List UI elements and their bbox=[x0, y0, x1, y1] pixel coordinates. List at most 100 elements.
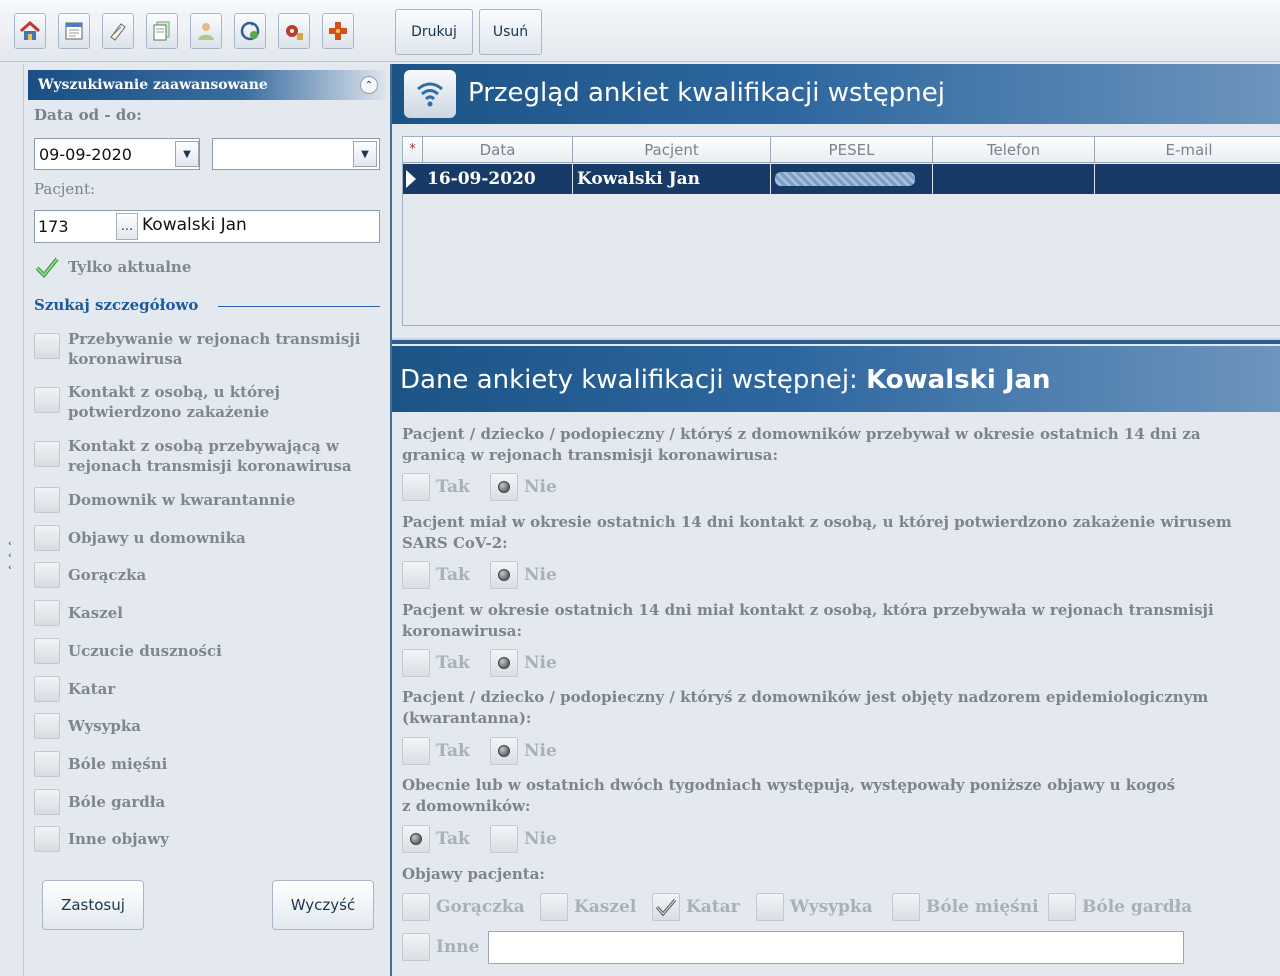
toolbar: Drukuj Usuń bbox=[0, 0, 1280, 62]
patients-icon[interactable] bbox=[190, 13, 222, 49]
apply-button[interactable]: Zastosuj bbox=[42, 880, 144, 930]
advanced-search-panel: Wyszukiwanie zaawansowane ⌃ Data od - do… bbox=[24, 64, 390, 976]
q5-yes-radio[interactable] bbox=[402, 825, 430, 853]
q4-yes-label: Tak bbox=[436, 741, 470, 761]
filter-checkbox[interactable] bbox=[34, 600, 60, 626]
splitter[interactable] bbox=[392, 338, 1280, 344]
filter-label: Katar bbox=[68, 680, 116, 698]
chevron-down-icon[interactable]: ▼ bbox=[175, 141, 199, 167]
medical-cross-icon[interactable] bbox=[322, 13, 354, 49]
other-label: Inne bbox=[436, 937, 480, 957]
filter-label: Kaszel bbox=[68, 604, 123, 622]
section-divider bbox=[218, 306, 380, 307]
details-banner: Dane ankiety kwalifikacji wstępnej: Kowa… bbox=[392, 346, 1280, 412]
documents-icon[interactable] bbox=[146, 13, 178, 49]
symptom-checkbox-fever[interactable] bbox=[402, 893, 430, 921]
q3-yes-label: Tak bbox=[436, 653, 470, 673]
question-5: Obecnie lub w ostatnich dwóch tygodniach… bbox=[402, 776, 1176, 815]
filter-checkbox[interactable] bbox=[34, 441, 60, 467]
radio-selected-dot bbox=[498, 745, 510, 757]
survey-panel: Przegląd ankiet kwalifikacji wstępnej * … bbox=[390, 64, 1280, 976]
radio-selected-dot bbox=[410, 833, 422, 845]
q2-no-label: Nie bbox=[524, 565, 557, 585]
question-4: Pacjent / dziecko / podopieczny / któryś… bbox=[402, 688, 1209, 727]
symptom-checkbox-sore-throat[interactable] bbox=[1048, 893, 1076, 921]
q3-no-label: Nie bbox=[524, 653, 557, 673]
symptom-checkbox-rash[interactable] bbox=[756, 893, 784, 921]
column-header-date[interactable]: Data bbox=[423, 137, 573, 163]
symptom-checkbox-runny-nose[interactable] bbox=[652, 893, 680, 921]
only-current-label: Tylko aktualne bbox=[68, 258, 192, 276]
question-3: Pacjent w okresie ostatnich 14 dni miał … bbox=[402, 601, 1214, 640]
table-row[interactable]: 16-09-2020 Kowalski Jan bbox=[403, 164, 1280, 194]
chevron-down-icon[interactable]: ▼ bbox=[353, 141, 377, 167]
q4-no-label: Nie bbox=[524, 741, 557, 761]
q1-yes-radio[interactable] bbox=[402, 473, 430, 501]
symptom-label: Kaszel bbox=[574, 897, 637, 917]
filter-checkbox[interactable] bbox=[34, 713, 60, 739]
q2-yes-radio[interactable] bbox=[402, 561, 430, 589]
filter-checkbox[interactable] bbox=[34, 789, 60, 815]
list-title: Przegląd ankiet kwalifikacji wstępnej bbox=[468, 78, 945, 108]
filter-checkbox[interactable] bbox=[34, 676, 60, 702]
q4-no-radio[interactable] bbox=[490, 737, 518, 765]
row-pointer-icon bbox=[406, 170, 416, 188]
list-banner: Przegląd ankiet kwalifikacji wstępnej bbox=[392, 64, 1280, 124]
collapse-arrow-icon: ‹ bbox=[8, 563, 12, 573]
q2-no-radio[interactable] bbox=[490, 561, 518, 589]
advanced-search-title: Wyszukiwanie zaawansowane bbox=[38, 77, 268, 93]
filter-checkbox[interactable] bbox=[34, 751, 60, 777]
filter-checkbox[interactable] bbox=[34, 826, 60, 852]
q1-no-label: Nie bbox=[524, 477, 557, 497]
filter-label: Objawy u domownika bbox=[68, 529, 246, 547]
advanced-search-header: Wyszukiwanie zaawansowane ⌃ bbox=[28, 70, 386, 100]
cell-date: 16-09-2020 bbox=[423, 164, 573, 194]
filter-checkbox[interactable] bbox=[34, 387, 60, 413]
column-header-patient[interactable]: Pacjent bbox=[573, 137, 771, 163]
filter-label: Inne objawy bbox=[68, 830, 169, 848]
q2-yes-label: Tak bbox=[436, 565, 470, 585]
column-header-email[interactable]: E-mail bbox=[1095, 137, 1280, 163]
collapse-arrow-icon: ‹ bbox=[8, 551, 12, 561]
filter-checkbox[interactable] bbox=[34, 487, 60, 513]
filter-checkbox[interactable] bbox=[34, 525, 60, 551]
q1-no-radio[interactable] bbox=[490, 473, 518, 501]
column-header-phone[interactable]: Telefon bbox=[933, 137, 1095, 163]
symptom-checkbox-cough[interactable] bbox=[540, 893, 568, 921]
patient-id-input[interactable]: 173 bbox=[34, 210, 116, 243]
q1-yes-label: Tak bbox=[436, 477, 470, 497]
patient-name-value: Kowalski Jan bbox=[142, 215, 247, 235]
medical-settings-icon[interactable] bbox=[278, 13, 310, 49]
refresh-icon[interactable] bbox=[234, 13, 266, 49]
question-2: Pacjent miał w okresie ostatnich 14 dni … bbox=[402, 513, 1232, 552]
q3-no-radio[interactable] bbox=[490, 649, 518, 677]
patient-browse-button[interactable]: ... bbox=[116, 213, 138, 240]
q3-yes-radio[interactable] bbox=[402, 649, 430, 677]
notes-icon[interactable] bbox=[102, 13, 134, 49]
home-icon[interactable] bbox=[14, 13, 46, 49]
filter-label: Kontakt z osobą przebywającą w rejonach … bbox=[68, 437, 352, 475]
filter-checkbox[interactable] bbox=[34, 562, 60, 588]
filter-label: Domownik w kwarantannie bbox=[68, 491, 296, 509]
q5-no-radio[interactable] bbox=[490, 825, 518, 853]
symptom-checkbox-muscle-pain[interactable] bbox=[892, 893, 920, 921]
column-header-pesel[interactable]: PESEL bbox=[771, 137, 933, 163]
collapse-up-icon[interactable]: ⌃ bbox=[360, 76, 378, 94]
delete-button[interactable]: Usuń bbox=[479, 9, 542, 55]
filter-checkbox[interactable] bbox=[34, 638, 60, 664]
survey-list-icon bbox=[404, 70, 456, 118]
filter-checkbox[interactable] bbox=[34, 333, 60, 359]
print-button[interactable]: Drukuj bbox=[395, 9, 473, 55]
radio-selected-dot bbox=[498, 481, 510, 493]
symptom-label: Gorączka bbox=[436, 897, 525, 917]
q4-yes-radio[interactable] bbox=[402, 737, 430, 765]
radio-selected-dot bbox=[498, 657, 510, 669]
panel-collapse-strip[interactable]: ‹ ‹ ‹ bbox=[0, 64, 24, 976]
symptom-checkbox-other[interactable] bbox=[402, 933, 430, 961]
only-current-checkbox[interactable] bbox=[34, 254, 60, 280]
clear-button[interactable]: Wyczyść bbox=[272, 880, 374, 930]
q5-no-label: Nie bbox=[524, 829, 557, 849]
calendar-icon[interactable] bbox=[58, 13, 90, 49]
other-symptoms-input[interactable] bbox=[488, 931, 1184, 964]
details-title: Dane ankiety kwalifikacji wstępnej: Kowa… bbox=[400, 365, 1051, 395]
